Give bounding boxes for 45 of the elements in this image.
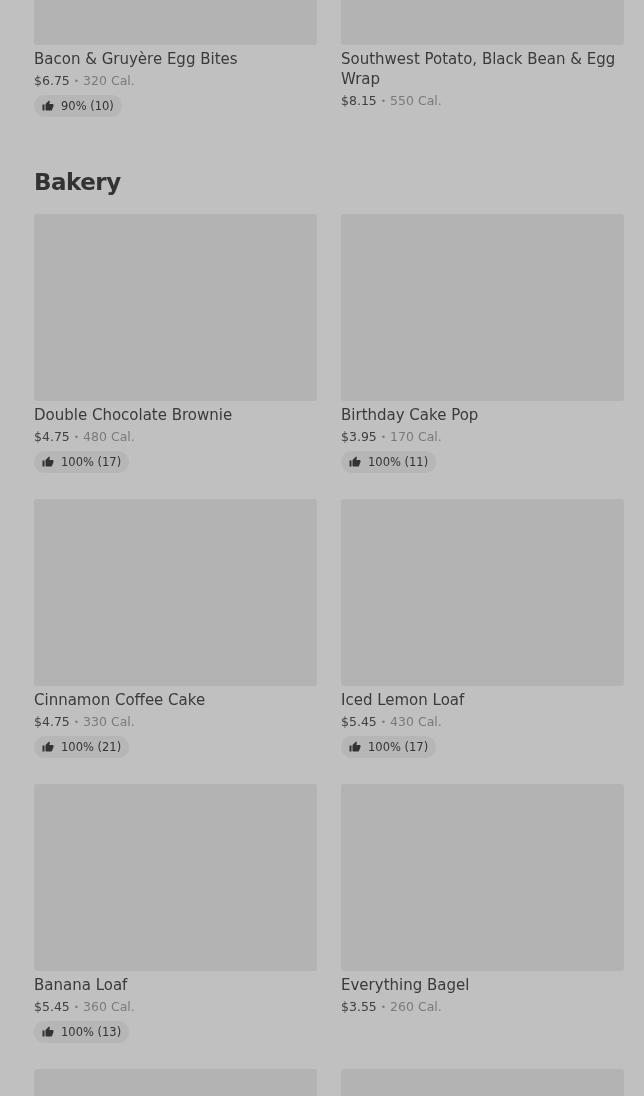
separator: •	[380, 95, 387, 108]
thumbs-up-icon	[42, 1026, 54, 1038]
separator: •	[73, 75, 80, 88]
separator: •	[380, 716, 387, 729]
separator: •	[73, 431, 80, 444]
separator: •	[73, 716, 80, 729]
rating-text: 100% (17)	[368, 740, 429, 754]
separator: •	[73, 1001, 80, 1014]
separator: •	[380, 431, 387, 444]
item-name[interactable]: Everything Bagel	[341, 975, 470, 995]
thumbs-up-icon	[42, 100, 54, 112]
item-calories: 430 Cal.	[390, 713, 442, 731]
separator: •	[380, 1001, 387, 1014]
item-name[interactable]: Double Chocolate Brownie	[34, 405, 233, 425]
rating-text: 100% (11)	[368, 455, 429, 469]
rating-text: 90% (10)	[61, 99, 114, 113]
item-price: $5.45	[34, 998, 70, 1016]
rating-text: 100% (17)	[61, 455, 122, 469]
item-price: $3.95	[341, 428, 377, 446]
item-calories: 330 Cal.	[83, 713, 135, 731]
item-calories: 480 Cal.	[83, 428, 135, 446]
thumbs-up-icon	[42, 456, 54, 468]
thumbs-up-icon	[349, 741, 361, 753]
item-price: $3.55	[341, 998, 377, 1016]
item-price: $4.75	[34, 428, 70, 446]
rating-text: 100% (21)	[61, 740, 122, 754]
item-name[interactable]: Southwest Potato, Black Bean & Egg Wrap	[341, 49, 624, 89]
item-calories: 320 Cal.	[83, 72, 135, 90]
section-heading: Bakery	[34, 168, 122, 196]
item-price: $8.15	[341, 92, 377, 110]
item-price: $6.75	[34, 72, 70, 90]
item-calories: 260 Cal.	[390, 998, 442, 1016]
item-name[interactable]: Banana Loaf	[34, 975, 128, 995]
rating-text: 100% (13)	[61, 1025, 122, 1039]
item-calories: 170 Cal.	[390, 428, 442, 446]
item-price: $5.45	[341, 713, 377, 731]
item-calories: 550 Cal.	[390, 92, 442, 110]
thumbs-up-icon	[42, 741, 54, 753]
item-name[interactable]: Iced Lemon Loaf	[341, 690, 465, 710]
item-name[interactable]: Cinnamon Coffee Cake	[34, 690, 206, 710]
item-price: $4.75	[34, 713, 70, 731]
item-calories: 360 Cal.	[83, 998, 135, 1016]
item-name[interactable]: Bacon & Gruyère Egg Bites	[34, 49, 238, 69]
thumbs-up-icon	[349, 456, 361, 468]
item-name[interactable]: Birthday Cake Pop	[341, 405, 479, 425]
